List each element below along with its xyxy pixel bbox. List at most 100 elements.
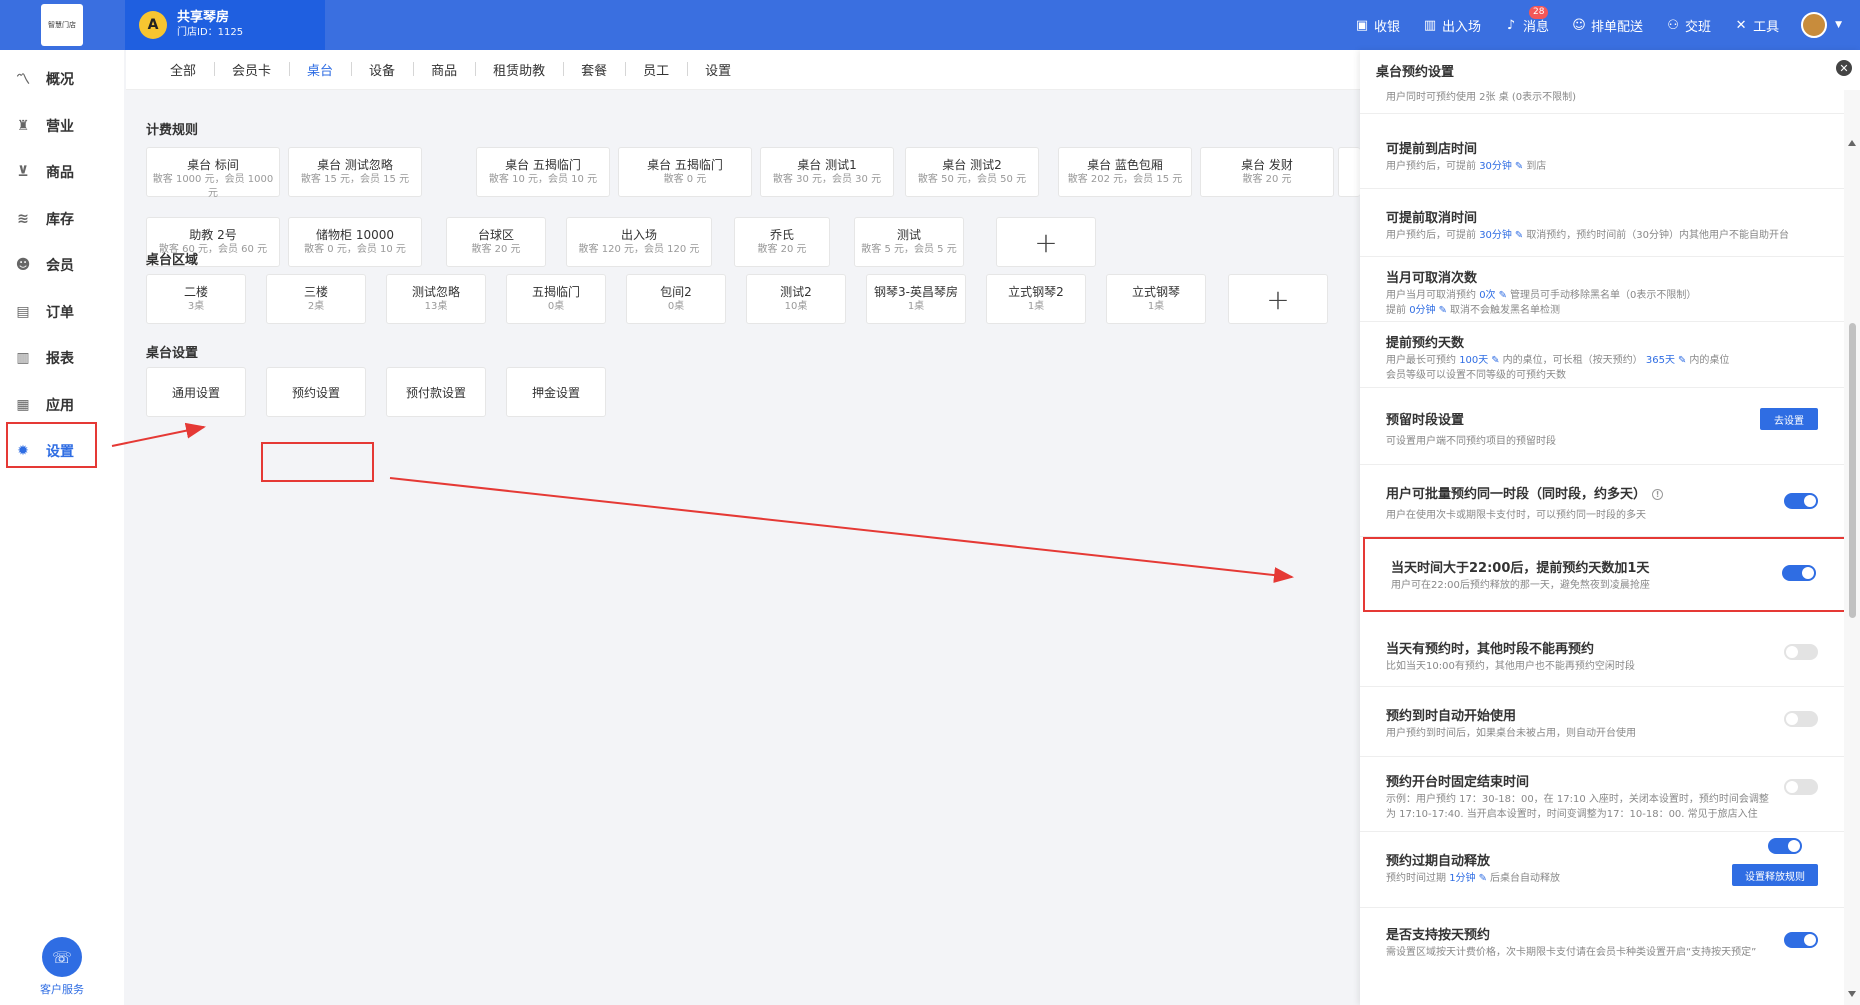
add-area-button[interactable]: + xyxy=(1228,274,1328,324)
sidebar-item-overview[interactable]: 〽概况 xyxy=(0,56,124,103)
desc-text: 取消预约，预约时间前（30分钟）内其他用户不能自助开台 xyxy=(1526,230,1790,241)
advance-days-setting: 提前预约天数 用户最长可预约 100天 ✎ 内的桌位，可长租（按天预约） 365天 ✎… xyxy=(1360,322,1844,388)
area-card[interactable]: 测试忽略 13桌 xyxy=(386,274,486,324)
billing-card[interactable]: 桌台 五揭临门 散客 10 元，会员 10 元 xyxy=(476,147,610,197)
area-card[interactable]: 包间2 0桌 xyxy=(626,274,726,324)
tools-button[interactable]: ✕ 工具 xyxy=(1733,16,1779,35)
add-billing-button[interactable]: + xyxy=(996,217,1096,267)
edit-icon[interactable]: ✎ xyxy=(1678,355,1686,366)
card-sub: 0桌 xyxy=(547,301,565,312)
billing-card[interactable]: 桌台 测试忽略 散客 15 元，会员 15 元 xyxy=(288,147,422,197)
billing-card[interactable]: 桌台 蓝色包厢 散客 202 元，会员 15 元 xyxy=(1058,147,1192,197)
tab-all[interactable]: 全部 xyxy=(152,60,214,79)
billing-card[interactable]: 桌台 测试2 散客 50 元，会员 50 元 xyxy=(905,147,1039,197)
sidebar-item-label: 会员 xyxy=(46,258,74,275)
bell-icon: ♪ xyxy=(1506,17,1516,33)
scroll-thumb[interactable] xyxy=(1849,323,1856,618)
message-count-badge: 28 xyxy=(1529,5,1549,19)
billing-card[interactable]: 出入场 散客 120 元，会员 120 元 xyxy=(566,217,712,267)
edit-icon[interactable]: ✎ xyxy=(1515,161,1523,172)
sidebar-item-inventory[interactable]: ≋ 库存 xyxy=(0,196,124,243)
fixed-end-time-toggle[interactable] xyxy=(1784,779,1818,795)
messages-button[interactable]: ♪ 消息 28 xyxy=(1503,5,1549,35)
dispatch-button[interactable]: ☺ 排单配送 xyxy=(1571,16,1643,35)
auto-release-toggle[interactable] xyxy=(1768,838,1802,854)
sidebar-item-goods[interactable]: ⊻ 商品 xyxy=(0,149,124,196)
daily-booking-toggle[interactable] xyxy=(1784,932,1818,948)
area-card[interactable]: 测试2 10桌 xyxy=(746,274,846,324)
info-icon[interactable]: ! xyxy=(1652,489,1664,500)
long-rent-days-value[interactable]: 365天 xyxy=(1646,355,1675,366)
setting-title: 预约到时自动开始使用 xyxy=(1386,709,1517,724)
billing-card[interactable]: 乔氏 散客 20 元 xyxy=(734,217,830,267)
shop-name: 共享琴房 xyxy=(177,10,230,25)
handover-button[interactable]: ⚇ 交班 xyxy=(1665,16,1711,35)
scroll-down-icon[interactable] xyxy=(1848,991,1856,997)
area-card[interactable]: 立式钢琴 1桌 xyxy=(1106,274,1206,324)
tab-staff[interactable]: 员工 xyxy=(625,60,687,79)
card-name: 桌台 测试1 xyxy=(797,158,857,172)
tab-rental-tutor[interactable]: 租赁助教 xyxy=(475,60,563,79)
area-card[interactable]: 三楼 2桌 xyxy=(266,274,366,324)
main-content: 计费规则 桌台 标间 散客 1000 元，会员 1000 元 桌台 测试忽略 散客 … xyxy=(126,92,1360,1005)
general-settings-button[interactable]: 通用设置 xyxy=(146,367,246,417)
booking-settings-button[interactable]: 预约设置 xyxy=(266,367,366,417)
billing-card[interactable]: 桌台 五揭临门 散客 0 元 xyxy=(618,147,752,197)
sidebar-item-orders[interactable]: ▤ 订单 xyxy=(0,289,124,336)
billing-card[interactable]: 测试 散客 5 元，会员 5 元 xyxy=(854,217,964,267)
edit-icon[interactable]: ✎ xyxy=(1439,305,1447,316)
release-minutes-value[interactable]: 1分钟 xyxy=(1449,873,1475,884)
go-settings-button[interactable]: 去设置 xyxy=(1760,408,1818,430)
deposit-settings-button[interactable]: 押金设置 xyxy=(506,367,606,417)
late-night-setting: 当天时间大于22:00后，提前预约天数加1天 用户可在22:00后预约释放的那一… xyxy=(1363,537,1844,612)
billing-card[interactable]: 桌台 标间 散客 1000 元，会员 1000 元 xyxy=(146,147,280,199)
tab-goods[interactable]: 商品 xyxy=(413,60,475,79)
customer-service-button[interactable]: ☏ 客户服务 xyxy=(30,937,94,997)
tab-member-card[interactable]: 会员卡 xyxy=(214,60,289,79)
card-name: 桌台 五揭临门 xyxy=(505,158,581,172)
area-card[interactable]: 钢琴3-英昌琴房 1桌 xyxy=(866,274,966,324)
cashier-button[interactable]: ▣ 收银 xyxy=(1354,16,1400,35)
billing-card[interactable]: 桌台 测试1 散客 30 元，会员 30 元 xyxy=(760,147,894,197)
sidebar-item-members[interactable]: ☻ 会员 xyxy=(0,242,124,289)
edit-icon[interactable]: ✎ xyxy=(1499,290,1507,301)
billing-card[interactable]: 台球区 散客 20 元 xyxy=(446,217,546,267)
billing-card[interactable]: 桌台 发财 散客 20 元 xyxy=(1200,147,1334,197)
edit-icon[interactable]: ✎ xyxy=(1479,873,1487,884)
area-card[interactable]: 五揭临门 0桌 xyxy=(506,274,606,324)
cancel-minutes-value[interactable]: 0分钟 xyxy=(1409,305,1435,316)
same-day-restrict-toggle[interactable] xyxy=(1784,644,1818,660)
card-name: 储物柜 10000 xyxy=(316,228,394,242)
auto-start-toggle[interactable] xyxy=(1784,711,1818,727)
close-icon[interactable]: ✕ xyxy=(1836,60,1852,76)
edit-icon[interactable]: ✎ xyxy=(1515,230,1523,241)
monthly-cancel-value[interactable]: 0次 xyxy=(1479,290,1495,301)
panel-scrollbar[interactable] xyxy=(1844,90,1860,1005)
billing-card[interactable]: 储物柜 10000 散客 0 元，会员 10 元 xyxy=(288,217,422,267)
cancel-early-value[interactable]: 30分钟 xyxy=(1479,230,1512,241)
tab-package[interactable]: 套餐 xyxy=(563,60,625,79)
prepay-settings-button[interactable]: 预付款设置 xyxy=(386,367,486,417)
desc-text: 内的桌位，可长租（按天预约） xyxy=(1502,355,1643,366)
edit-icon[interactable]: ✎ xyxy=(1491,355,1499,366)
advance-days-value[interactable]: 100天 xyxy=(1459,355,1488,366)
card-name: 测试2 xyxy=(780,285,812,299)
area-card[interactable]: 立式钢琴2 1桌 xyxy=(986,274,1086,324)
shop-switcher[interactable]: A 共享琴房 门店ID：1125 xyxy=(125,0,325,50)
user-avatar[interactable] xyxy=(1801,12,1828,38)
tab-settings[interactable]: 设置 xyxy=(687,60,749,79)
entry-exit-button[interactable]: ▥ 出入场 xyxy=(1422,16,1481,35)
sidebar-item-reports[interactable]: ▥ 报表 xyxy=(0,335,124,382)
release-rules-button[interactable]: 设置释放规则 xyxy=(1732,864,1818,886)
billing-card-overflow[interactable] xyxy=(1338,147,1360,197)
arrive-early-value[interactable]: 30分钟 xyxy=(1479,161,1512,172)
area-card[interactable]: 二楼 3桌 xyxy=(146,274,246,324)
sidebar-item-business[interactable]: ♜ 营业 xyxy=(0,103,124,150)
batch-booking-toggle[interactable] xyxy=(1784,493,1818,509)
late-night-toggle[interactable] xyxy=(1782,565,1816,581)
tab-devices[interactable]: 设备 xyxy=(351,60,413,79)
chevron-down-icon[interactable]: ▼ xyxy=(1835,20,1842,30)
shop-id: 门店ID：1125 xyxy=(177,27,244,38)
scroll-up-icon[interactable] xyxy=(1848,140,1856,146)
tab-tables[interactable]: 桌台 xyxy=(289,60,351,79)
